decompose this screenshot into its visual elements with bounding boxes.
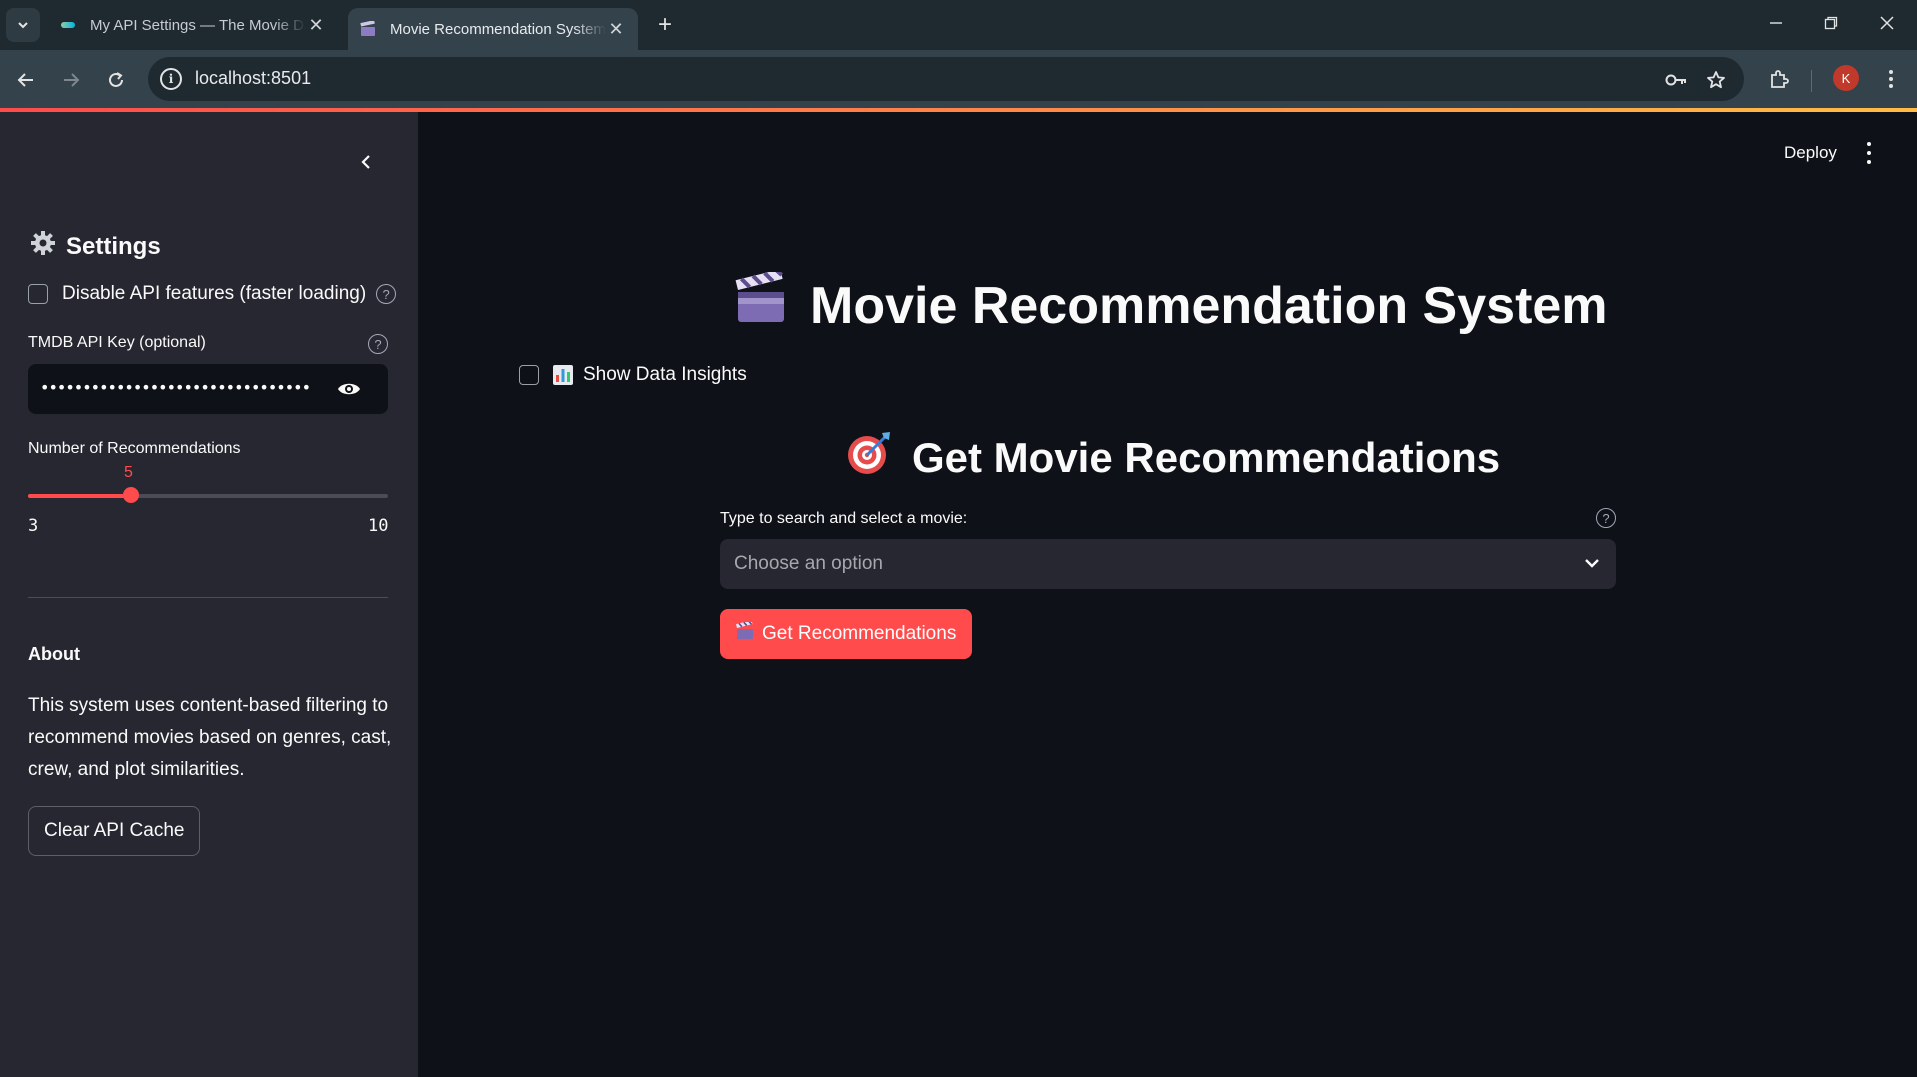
section-heading-text: Get Movie Recommendations: [912, 434, 1501, 481]
show-insights-label: Show Data Insights: [583, 364, 747, 385]
about-text: This system uses content-based filtering…: [28, 695, 392, 780]
close-tab-icon[interactable]: ✕: [306, 15, 326, 36]
movie-select-placeholder[interactable]: Choose an option: [734, 553, 883, 575]
slider-min-label: 3: [28, 516, 39, 536]
arrow-right-icon: [64, 73, 80, 87]
collapse-sidebar-button[interactable]: [352, 148, 380, 176]
main-menu-icon[interactable]: [1862, 140, 1876, 166]
clapper-board-icon: [736, 620, 754, 646]
section-heading: Get Movie Recommendations: [846, 430, 1500, 486]
browser-tab-tmdb[interactable]: My API Settings — The Movie Database ✕: [48, 8, 338, 42]
clapper-board-icon: [734, 268, 788, 339]
bar-chart-icon: [553, 365, 573, 385]
profile-avatar[interactable]: K: [1833, 65, 1859, 91]
settings-heading-text: Settings: [66, 232, 161, 260]
disable-api-checkbox-row[interactable]: Disable API features (faster loading) ?: [28, 283, 397, 305]
restore-icon: [1824, 16, 1838, 30]
minimize-window-button[interactable]: [1756, 8, 1796, 38]
slider-current-value: 5: [124, 464, 133, 481]
browser-menu-icon[interactable]: [1878, 66, 1904, 92]
api-key-value[interactable]: ••••••••••••••••••••••••••••••••: [40, 378, 311, 397]
url-text[interactable]: localhost:8501: [195, 68, 311, 89]
chevron-left-icon: [361, 155, 370, 169]
show-insights-checkbox[interactable]: [519, 365, 539, 385]
settings-heading: Settings: [30, 230, 161, 263]
tab-search-button[interactable]: [6, 8, 40, 42]
gear-icon: [30, 230, 56, 263]
disable-api-label: Disable API features (faster loading): [62, 283, 367, 304]
help-icon[interactable]: ?: [368, 334, 388, 354]
deploy-button[interactable]: Deploy: [1784, 143, 1837, 163]
close-window-button[interactable]: [1867, 8, 1907, 38]
browser-toolbar: i localhost:8501 K: [0, 50, 1917, 110]
slider-max-label: 10: [368, 516, 389, 536]
clapper-board-icon: [360, 21, 376, 37]
disable-api-checkbox[interactable]: [28, 284, 48, 304]
target-icon: [846, 430, 892, 486]
chevron-down-icon: [18, 22, 28, 29]
slider-thumb[interactable]: [123, 487, 139, 503]
arrow-left-icon: [17, 73, 33, 87]
divider: [28, 597, 388, 598]
restore-window-button[interactable]: [1811, 8, 1851, 38]
site-info-icon[interactable]: i: [160, 68, 182, 90]
address-bar[interactable]: i localhost:8501: [148, 57, 1744, 101]
api-key-input[interactable]: ••••••••••••••••••••••••••••••••: [28, 364, 388, 414]
forward-button[interactable]: [55, 64, 87, 96]
browser-tab-movie-recs[interactable]: Movie Recommendation System ✕: [348, 8, 638, 50]
tmdb-favicon-icon: [60, 17, 76, 33]
back-button[interactable]: [10, 64, 42, 96]
reload-button[interactable]: [100, 64, 132, 96]
tab-title: Movie Recommendation System: [390, 20, 606, 38]
slider-track[interactable]: [28, 494, 388, 498]
api-key-label: TMDB API Key (optional): [28, 334, 206, 351]
help-icon[interactable]: ?: [1596, 508, 1616, 528]
extensions-icon[interactable]: [1766, 66, 1792, 92]
star-icon[interactable]: [1703, 67, 1729, 93]
get-recommendations-label: Get Recommendations: [762, 623, 957, 644]
close-icon: [1880, 16, 1894, 30]
minimize-icon: [1770, 22, 1782, 24]
num-recs-label: Number of Recommendations: [28, 440, 241, 457]
help-icon[interactable]: ?: [376, 284, 397, 304]
slider-fill: [28, 494, 131, 498]
clear-api-cache-button[interactable]: Clear API Cache: [28, 806, 201, 856]
browser-tab-strip: My API Settings — The Movie Database ✕ M…: [0, 0, 1917, 50]
close-tab-icon[interactable]: ✕: [606, 19, 626, 40]
page-title: Movie Recommendation System: [734, 268, 1608, 339]
chevron-down-icon[interactable]: [1580, 551, 1604, 575]
eye-icon[interactable]: [334, 374, 364, 404]
get-recommendations-button[interactable]: Get Recommendations: [720, 609, 973, 659]
reload-icon: [109, 72, 123, 87]
sidebar: Settings Disable API features (faster lo…: [0, 112, 418, 1077]
new-tab-button[interactable]: +: [650, 10, 680, 40]
show-insights-checkbox-row[interactable]: Show Data Insights: [519, 364, 747, 386]
toolbar-separator: [1811, 70, 1812, 92]
movie-select[interactable]: Choose an option: [720, 539, 1616, 589]
about-heading: About: [28, 644, 80, 664]
tab-title: My API Settings — The Movie Database: [90, 16, 306, 34]
page-title-text: Movie Recommendation System: [810, 276, 1608, 335]
movie-select-label: Type to search and select a movie:: [720, 510, 968, 527]
key-icon[interactable]: [1663, 67, 1689, 93]
